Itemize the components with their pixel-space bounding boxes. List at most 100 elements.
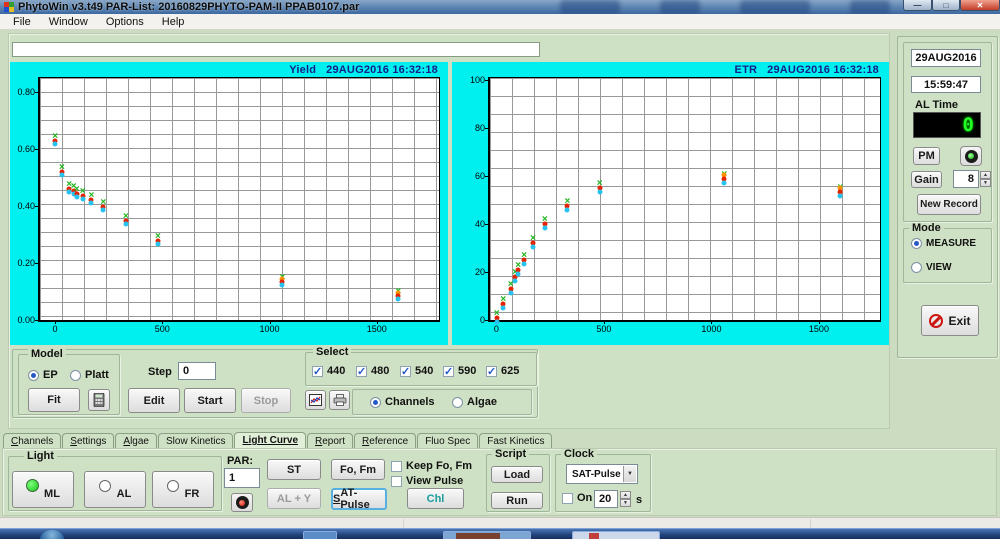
algae-radio-row[interactable]: Algae	[452, 396, 497, 408]
clock-interval-spinner[interactable]: ▲ ▼	[620, 491, 631, 507]
spin-up-icon[interactable]: ▲	[620, 491, 631, 499]
clock-on-checkbox[interactable]	[562, 492, 573, 504]
algae-radio[interactable]	[452, 396, 463, 408]
menu-options[interactable]: Options	[97, 16, 153, 28]
tab-slow-kinetics[interactable]: Slow Kinetics	[157, 433, 234, 448]
info-bar	[12, 42, 540, 57]
windows-taskbar[interactable]	[0, 528, 1000, 539]
checkbox-440[interactable]	[312, 365, 323, 378]
fr-button[interactable]: FR	[152, 471, 214, 508]
measuring-led-button[interactable]	[231, 493, 253, 512]
y-axis-tick-label: 20	[474, 267, 485, 278]
tab-settings[interactable]: Settings	[62, 433, 115, 448]
script-run-button[interactable]: Run	[491, 492, 543, 509]
fo-fm-button[interactable]: Fo, Fm	[331, 459, 385, 480]
cyan-dot-marker	[494, 319, 500, 325]
checkbox-540[interactable]	[400, 365, 411, 378]
x-axis-tick-label: 500	[154, 324, 170, 334]
model-radio-ep[interactable]: EP	[28, 369, 58, 381]
measure-radio-row[interactable]: MEASURE	[911, 238, 976, 249]
chl-button[interactable]: Chl	[407, 488, 464, 509]
channels-radio-row[interactable]: Channels	[370, 396, 435, 408]
exit-button[interactable]: Exit	[921, 305, 979, 336]
checkbox-590[interactable]	[443, 365, 454, 378]
st-button[interactable]: ST	[267, 459, 321, 480]
gain-value-field[interactable]: 8	[953, 170, 979, 188]
cyan-dot-marker	[530, 244, 536, 250]
channel-625-checkbox[interactable]: 625	[486, 365, 519, 378]
tab-algae[interactable]: Algae	[115, 433, 157, 448]
menu-file[interactable]: File	[4, 16, 40, 28]
close-button[interactable]: ✕	[960, 0, 1000, 11]
view-pulse-checkbox[interactable]	[391, 475, 402, 487]
tab-reference[interactable]: Reference	[354, 433, 417, 448]
tab-report[interactable]: Report	[307, 433, 354, 448]
channel-540-checkbox[interactable]: 540	[400, 365, 433, 378]
edit-button[interactable]: Edit	[128, 388, 180, 413]
view-radio[interactable]	[911, 262, 922, 273]
spin-down-icon[interactable]: ▼	[980, 179, 991, 187]
checkbox-480[interactable]	[356, 365, 367, 378]
gain-button[interactable]: Gain	[911, 171, 942, 188]
clock-mode-select[interactable]: SAT-Pulse ▼	[566, 464, 638, 484]
start-button[interactable]: Start	[184, 388, 236, 413]
graph-export-button[interactable]	[305, 390, 326, 410]
clock-interval-input[interactable]: 20	[594, 490, 618, 508]
print-button[interactable]	[329, 390, 350, 410]
stop-button[interactable]: Stop	[241, 388, 291, 413]
gain-spinner[interactable]: ▲ ▼	[980, 171, 991, 187]
view-pulse-checkbox-row[interactable]: View Pulse	[391, 475, 463, 487]
cyan-dot-marker	[80, 196, 86, 202]
ml-button[interactable]: ML	[12, 471, 74, 508]
model-radio-platt[interactable]: Platt	[70, 369, 109, 381]
tab-fluo-spec[interactable]: Fluo Spec	[417, 433, 479, 448]
etr-chart-title: ETR 29AUG2016 16:32:18	[734, 64, 879, 76]
start-orb-icon[interactable]	[40, 530, 64, 539]
step-input[interactable]: 0	[178, 362, 216, 380]
taskbar-item[interactable]	[443, 531, 531, 539]
platt-radio[interactable]	[70, 369, 81, 381]
menu-help[interactable]: Help	[153, 16, 194, 28]
x-axis-tickmark	[376, 320, 378, 324]
minimize-button[interactable]: —	[903, 0, 932, 11]
y-axis-tick-label: 0.40	[17, 201, 35, 212]
keep-fo-fm-checkbox-row[interactable]: Keep Fo, Fm	[391, 460, 472, 472]
checkbox-625[interactable]	[486, 365, 497, 378]
pm-led-button[interactable]	[960, 146, 982, 166]
tab-channels[interactable]: Channels	[3, 433, 62, 448]
cyan-dot-marker	[597, 189, 603, 195]
fit-button[interactable]: Fit	[28, 388, 80, 412]
par-input[interactable]: 1	[224, 468, 260, 488]
channel-590-checkbox[interactable]: 590	[443, 365, 476, 378]
calculator-button[interactable]	[88, 389, 110, 411]
tab-light-curve[interactable]: Light Curve	[234, 432, 307, 448]
taskbar-item[interactable]	[303, 531, 337, 539]
maximize-button[interactable]: □	[932, 0, 960, 11]
y-axis-tick-label: 0.20	[17, 258, 35, 269]
measure-radio[interactable]	[911, 238, 922, 249]
spin-up-icon[interactable]: ▲	[980, 171, 991, 179]
channel-480-checkbox[interactable]: 480	[356, 365, 389, 378]
spin-down-icon[interactable]: ▼	[620, 499, 631, 507]
view-radio-row[interactable]: VIEW	[911, 262, 952, 273]
x-axis-tick-label: 1500	[808, 324, 829, 334]
menu-window[interactable]: Window	[40, 16, 97, 28]
al-y-button[interactable]: AL + Y	[267, 488, 321, 509]
channel-440-checkbox[interactable]: 440	[312, 365, 345, 378]
y-axis-tickmark	[485, 224, 489, 226]
clock-on-checkbox-row[interactable]: On	[562, 492, 592, 504]
al-button[interactable]: AL	[84, 471, 146, 508]
x-axis-tick-label: 1000	[701, 324, 722, 334]
mode-group-title: Mode	[909, 223, 944, 234]
channels-radio[interactable]	[370, 396, 381, 408]
new-record-button[interactable]: New Record	[917, 194, 981, 215]
keep-fo-fm-checkbox[interactable]	[391, 460, 402, 472]
ep-radio[interactable]	[28, 369, 39, 381]
tab-fast-kinetics[interactable]: Fast Kinetics	[479, 433, 553, 448]
sat-pulse-button[interactable]: S AT-Pulse	[331, 487, 387, 511]
taskbar-item[interactable]	[572, 531, 660, 539]
pm-button[interactable]: PM	[913, 147, 940, 165]
script-load-button[interactable]: Load	[491, 466, 543, 483]
title-bar[interactable]: PhytoWin v3.t49 PAR-List: 20160829PHYTO-…	[0, 0, 1000, 14]
window-title: PhytoWin v3.t49 PAR-List: 20160829PHYTO-…	[18, 1, 360, 13]
